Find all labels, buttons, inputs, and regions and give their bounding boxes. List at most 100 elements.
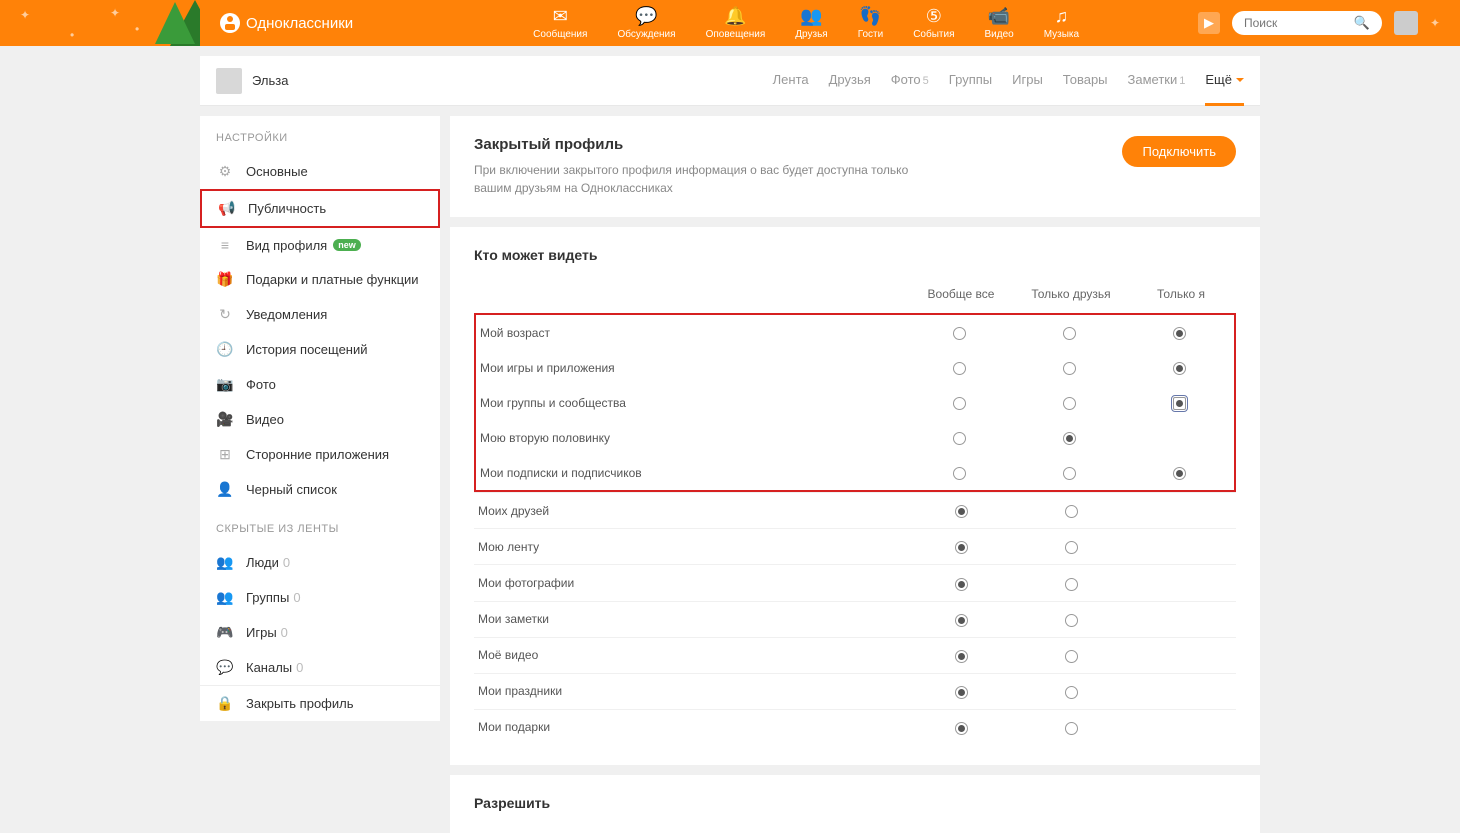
sidebar-icon: 🕘 — [216, 341, 234, 358]
visibility-radio[interactable] — [955, 614, 968, 627]
sidebar-icon: 🎥 — [216, 411, 234, 428]
sidebar-item-6[interactable]: 📷Фото — [200, 367, 440, 402]
sidebar-icon: 👤 — [216, 481, 234, 498]
visibility-row-6: Мою ленту — [474, 528, 1236, 564]
sidebar-item-5[interactable]: 🕘 История посещений — [200, 332, 440, 367]
visibility-radio[interactable] — [1173, 467, 1186, 480]
top-nav: ✉Сообщения 💬Обсуждения 🔔 Оповещения 👥Друзья 👣… — [533, 6, 1079, 40]
sidebar-icon: ≡ — [216, 237, 234, 253]
sidebar-hidden-item-3[interactable]: 💬Каналы0 — [200, 650, 440, 685]
visibility-radio[interactable] — [953, 362, 966, 375]
profile-tab-4[interactable]: Игры — [1012, 56, 1043, 106]
topnav-item-6[interactable]: 📹Видео — [984, 6, 1013, 40]
brand-logo[interactable]: Одноклассники — [220, 13, 353, 33]
sidebar-item-9[interactable]: 👤Черный список — [200, 472, 440, 507]
visibility-radio[interactable] — [1065, 614, 1078, 627]
topnav-item-3[interactable]: 👥Друзья — [795, 6, 827, 40]
sidebar-icon: 💬 — [216, 659, 234, 676]
sidebar-item-1[interactable]: 📢Публичность — [200, 189, 440, 228]
topnav-label: Оповещения — [706, 29, 766, 40]
visibility-row-11: Мои подарки — [474, 709, 1236, 745]
sidebar-count: 0 — [283, 555, 290, 570]
profile-tab-5[interactable]: Товары — [1063, 56, 1108, 106]
visibility-radio[interactable] — [955, 505, 968, 518]
sidebar-item-2[interactable]: ≡Вид профиляnew — [200, 228, 440, 262]
profile-tabs: Лента Друзья Фото5 Группы Игры Товары Заметки1… — [773, 56, 1244, 106]
visibility-radio[interactable] — [955, 578, 968, 591]
visibility-radio[interactable] — [953, 397, 966, 410]
topnav-label: Обсуждения — [617, 29, 675, 40]
profile-tab-2[interactable]: Фото5 — [891, 56, 929, 106]
visibility-radio[interactable] — [955, 686, 968, 699]
col-header-all: Вообще все — [906, 287, 1016, 301]
sidebar-item-lock-profile[interactable]: 🔒 Закрыть профиль — [200, 686, 440, 721]
visibility-row-7: Мои фотографии — [474, 564, 1236, 600]
sidebar-item-label: История посещений — [246, 342, 368, 357]
topnav-item-2[interactable]: 🔔 Оповещения — [706, 6, 766, 40]
profile-tab-0[interactable]: Лента — [773, 56, 809, 106]
visibility-row-9: Моё видео — [474, 637, 1236, 673]
visibility-radio[interactable] — [1063, 467, 1076, 480]
profile-tab-1[interactable]: Друзья — [829, 56, 871, 106]
sidebar-item-4[interactable]: ↻Уведомления — [200, 297, 440, 332]
visibility-row-label: Мою ленту — [474, 540, 906, 554]
topnav-label: Сообщения — [533, 29, 587, 40]
topnav-item-4[interactable]: 👣Гости — [858, 6, 883, 40]
sidebar-item-label: Сторонние приложения — [246, 447, 389, 462]
visibility-radio[interactable] — [1063, 362, 1076, 375]
sidebar-item-label: Публичность — [248, 201, 326, 216]
visibility-table: Вообще все Только друзья Только я Мой во… — [474, 279, 1236, 745]
sidebar-item-0[interactable]: ⚙ Основные — [200, 154, 440, 189]
visibility-radio[interactable] — [1065, 541, 1078, 554]
search-icon[interactable]: 🔍 — [1354, 15, 1370, 31]
topnav-item-1[interactable]: 💬Обсуждения — [617, 6, 675, 40]
visibility-radio[interactable] — [1065, 578, 1078, 591]
search-box[interactable]: 🔍 — [1232, 11, 1382, 35]
visibility-radio[interactable] — [1065, 650, 1078, 663]
user-avatar[interactable] — [1394, 11, 1418, 35]
topnav-icon: ♫ — [1055, 6, 1069, 27]
visibility-radio[interactable] — [1065, 686, 1078, 699]
sidebar-icon: ⚙ — [216, 163, 234, 180]
profile-tab-3[interactable]: Группы — [949, 56, 992, 106]
visibility-radio[interactable] — [955, 722, 968, 735]
sidebar-item-8[interactable]: ⊞Сторонние приложения — [200, 437, 440, 472]
enable-closed-profile-button[interactable]: Подключить — [1122, 136, 1236, 167]
sidebar-hidden-item-1[interactable]: 👥Группы0 — [200, 580, 440, 615]
visibility-radio[interactable] — [1173, 362, 1186, 375]
sidebar-hidden-item-2[interactable]: 🎮Игры0 — [200, 615, 440, 650]
visibility-radio[interactable] — [1065, 722, 1078, 735]
topnav-icon: 🔔 — [724, 6, 746, 27]
visibility-row-label: Мой возраст — [476, 326, 904, 340]
visibility-radio[interactable] — [1173, 397, 1186, 410]
visibility-radio[interactable] — [1065, 505, 1078, 518]
sidebar-item-3[interactable]: 🎁Подарки и платные функции — [200, 262, 440, 297]
visibility-radio[interactable] — [955, 541, 968, 554]
search-input[interactable] — [1244, 16, 1354, 30]
sidebar-item-label: Закрыть профиль — [246, 696, 354, 711]
profile-name: Эльза — [252, 73, 288, 88]
sidebar-icon: 📷 — [216, 376, 234, 393]
video-play-icon[interactable]: ▶ — [1198, 12, 1220, 34]
visibility-radio[interactable] — [1173, 327, 1186, 340]
topnav-item-0[interactable]: ✉Сообщения — [533, 6, 587, 40]
sidebar-hidden-item-0[interactable]: 👥Люди0 — [200, 545, 440, 580]
visibility-row-5: Моих друзей — [474, 492, 1236, 528]
sidebar-item-7[interactable]: 🎥Видео — [200, 402, 440, 437]
badge-new: new — [333, 239, 361, 251]
profile-tab-7[interactable]: Ещё — [1205, 56, 1244, 106]
topnav-item-5[interactable]: ⑤События — [913, 6, 954, 40]
visibility-radio[interactable] — [953, 432, 966, 445]
visibility-radio[interactable] — [953, 327, 966, 340]
profile-tab-6[interactable]: Заметки1 — [1128, 56, 1186, 106]
visibility-radio[interactable] — [1063, 432, 1076, 445]
sidebar-section-title-hidden: СКРЫТЫЕ ИЗ ЛЕНТЫ — [200, 507, 440, 545]
topnav-icon: 👥 — [800, 6, 822, 27]
profile-avatar-small[interactable] — [216, 68, 242, 94]
visibility-radio[interactable] — [955, 650, 968, 663]
visibility-radio[interactable] — [1063, 397, 1076, 410]
topnav-item-7[interactable]: ♫Музыка — [1044, 6, 1079, 40]
visibility-radio[interactable] — [953, 467, 966, 480]
sidebar-item-label: Основные — [246, 164, 308, 179]
visibility-radio[interactable] — [1063, 327, 1076, 340]
